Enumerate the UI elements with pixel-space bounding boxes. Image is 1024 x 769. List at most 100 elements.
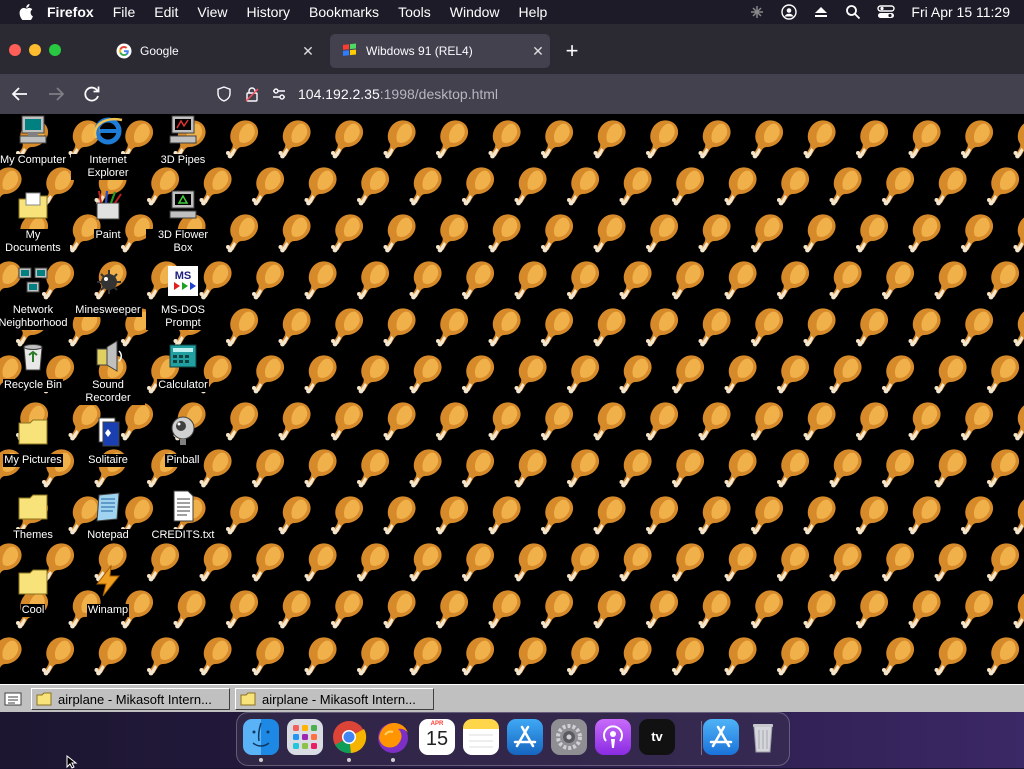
drumstick-tile: [252, 637, 284, 675]
desktop-icon-notepad[interactable]: Notepad: [71, 489, 145, 543]
menubar-clock[interactable]: Fri Apr 15 11:29: [911, 4, 1010, 20]
menu-window[interactable]: Window: [450, 4, 500, 20]
desktop-icon-paint[interactable]: Paint: [71, 189, 145, 243]
drumstick-tile: [357, 355, 389, 393]
desktop-icon-themes[interactable]: Themes: [0, 489, 70, 543]
window-close-button[interactable]: [9, 44, 21, 56]
menu-app-name[interactable]: Firefox: [47, 4, 94, 20]
start-menu-icon[interactable]: [2, 689, 24, 709]
drumstick-tile: [357, 637, 389, 675]
desktop-icon-my-pictures[interactable]: My Pictures: [0, 414, 70, 468]
drumstick-tile: [620, 637, 652, 675]
desktop-icon-3d-flower-box[interactable]: 3D Flower Box: [146, 189, 220, 256]
drumstick-tile: [226, 120, 258, 158]
tab-windows91[interactable]: Wibdows 91 (REL4) ✕: [330, 34, 550, 68]
vpn-icon[interactable]: [749, 4, 765, 20]
desktop-icon-internet-explorer[interactable]: Internet Explorer: [71, 114, 145, 181]
url-path: :1998/desktop.html: [380, 86, 498, 102]
window-minimize-button[interactable]: [29, 44, 41, 56]
desktop-icon-sound-recorder[interactable]: Sound Recorder: [71, 339, 145, 406]
back-icon[interactable]: [10, 84, 30, 104]
close-tab-icon[interactable]: ✕: [296, 43, 320, 60]
desktop-icon-my-documents[interactable]: My Documents: [0, 189, 70, 256]
tracking-protection-shield-icon[interactable]: [216, 86, 232, 102]
text-file-icon: [166, 489, 200, 523]
applications-folder-icon[interactable]: [703, 719, 739, 755]
drumstick-tile: [410, 167, 442, 205]
desktop-icon-calculator[interactable]: Calculator: [146, 339, 220, 393]
apple-menu-icon[interactable]: [19, 4, 33, 20]
desktop-icon-solitaire[interactable]: Solitaire: [71, 414, 145, 468]
calendar-icon[interactable]: APR 15: [419, 719, 455, 755]
drumstick-tile: [541, 402, 573, 440]
window-zoom-button[interactable]: [49, 44, 61, 56]
control-center-icon[interactable]: [877, 4, 895, 20]
eject-icon[interactable]: [813, 4, 829, 20]
url-text[interactable]: 104.192.2.35:1998/desktop.html: [298, 86, 498, 102]
insecure-lock-icon[interactable]: [244, 86, 260, 102]
notes-icon[interactable]: [463, 719, 499, 755]
launchpad-icon[interactable]: [287, 719, 323, 755]
menu-view[interactable]: View: [197, 4, 227, 20]
drumstick-tile: [357, 543, 389, 581]
forward-icon[interactable]: [46, 84, 66, 104]
drumstick-tile: [725, 449, 757, 487]
menu-bookmarks[interactable]: Bookmarks: [309, 4, 379, 20]
drumstick-tile: [515, 355, 547, 393]
drumstick-tile: [1014, 214, 1024, 252]
menu-history[interactable]: History: [246, 4, 290, 20]
drumstick-tile: [462, 355, 494, 393]
desktop-icon-winamp[interactable]: Winamp: [71, 564, 145, 618]
user-account-icon[interactable]: [781, 4, 797, 20]
desktop-icon-label: Recycle Bin: [3, 379, 63, 392]
drumstick-tile: [751, 214, 783, 252]
chrome-icon[interactable]: [331, 719, 367, 755]
desktop-icon-cool[interactable]: Cool: [0, 564, 70, 618]
macos-dock: APR 15 tv: [236, 712, 790, 766]
drumstick-tile: [384, 214, 416, 252]
podcasts-icon[interactable]: [595, 719, 631, 755]
address-bar[interactable]: 104.192.2.35:1998/desktop.html: [208, 78, 1020, 110]
drumstick-tile: [305, 355, 337, 393]
menu-edit[interactable]: Edit: [154, 4, 178, 20]
desktop-icon-network-neighborhood[interactable]: Network Neighborhood: [0, 264, 70, 331]
reload-icon[interactable]: [82, 84, 102, 104]
close-tab-icon[interactable]: ✕: [526, 43, 550, 60]
windows91-desktop[interactable]: My Computer My Documents Network Neighbo…: [0, 114, 1024, 684]
drumstick-tile: [909, 214, 941, 252]
spotlight-search-icon[interactable]: [845, 4, 861, 20]
desktop-icon-minesweeper[interactable]: Minesweeper: [71, 264, 145, 318]
desktop-icon-recycle-bin[interactable]: Recycle Bin: [0, 339, 70, 393]
desktop-icon-credits-txt[interactable]: CREDITS.txt: [146, 489, 220, 543]
new-tab-button[interactable]: +: [560, 40, 584, 64]
desktop-icon-pinball[interactable]: Pinball: [146, 414, 220, 468]
apple-tv-icon[interactable]: tv: [639, 719, 675, 755]
tab-google[interactable]: Google ✕: [104, 34, 320, 68]
drumstick-tile: [725, 637, 757, 675]
drumstick-tile: [252, 261, 284, 299]
finder-icon[interactable]: [243, 719, 279, 755]
drumstick-tile: [882, 355, 914, 393]
drumstick-tile: [594, 590, 626, 628]
drumstick-tile: [489, 308, 521, 346]
taskbar-window-button[interactable]: airplane - Mikasoft Intern...: [31, 688, 230, 710]
drumstick-tile: [410, 261, 442, 299]
desktop-icon-label: MS-DOS Prompt: [146, 304, 220, 330]
menu-tools[interactable]: Tools: [398, 4, 431, 20]
desktop-icon-ms-dos-prompt[interactable]: MS MS-DOS Prompt: [146, 264, 220, 331]
drumstick-tile: [620, 543, 652, 581]
desktop-icon-label: Internet Explorer: [71, 154, 145, 180]
trash-icon[interactable]: [745, 719, 781, 755]
drumstick-tile: [830, 543, 862, 581]
taskbar-window-button[interactable]: airplane - Mikasoft Intern...: [235, 688, 434, 710]
drumstick-tile: [777, 637, 809, 675]
system-preferences-icon[interactable]: [551, 719, 587, 755]
drumstick-tile: [646, 590, 678, 628]
app-store-icon[interactable]: [507, 719, 543, 755]
firefox-icon[interactable]: [375, 719, 411, 755]
menu-help[interactable]: Help: [519, 4, 548, 20]
site-permissions-icon[interactable]: [271, 86, 287, 102]
menu-file[interactable]: File: [113, 4, 136, 20]
desktop-icon-3d-pipes[interactable]: 3D Pipes: [146, 114, 220, 168]
desktop-icon-my-computer[interactable]: My Computer: [0, 114, 70, 168]
